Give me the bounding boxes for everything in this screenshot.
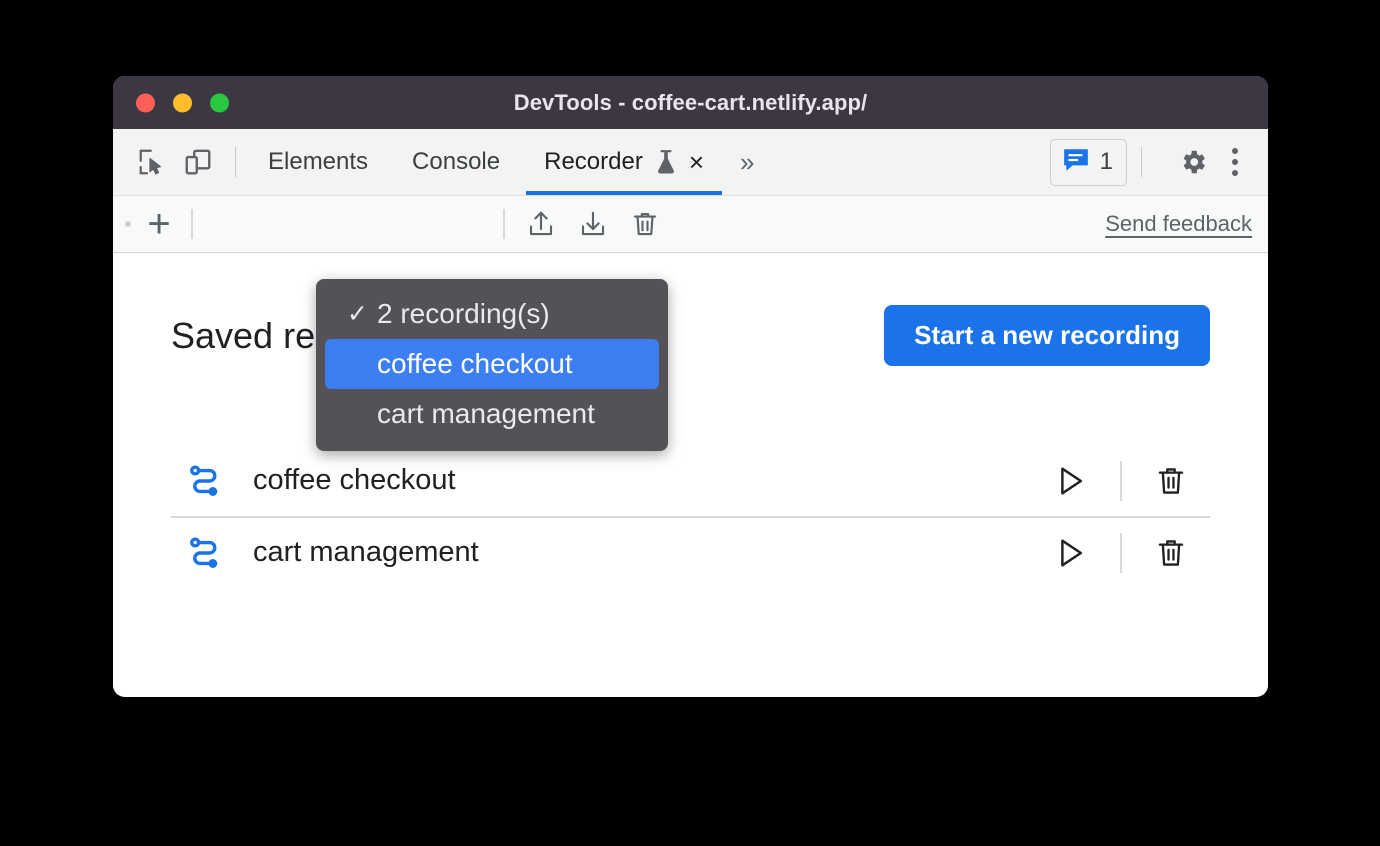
tab-recorder[interactable]: Recorder × <box>526 129 722 195</box>
saved-recordings-list: coffee checkout cart management <box>171 445 1210 587</box>
export-recording-icon[interactable] <box>567 202 619 246</box>
trash-icon[interactable] <box>1144 529 1198 577</box>
add-recording-button[interactable]: + <box>137 202 181 246</box>
recording-name: coffee checkout <box>253 464 456 496</box>
close-icon[interactable]: × <box>689 149 704 175</box>
dropdown-item-label: cart management <box>377 398 595 429</box>
replay-icon[interactable] <box>1044 457 1098 505</box>
recordings-dropdown-menu[interactable]: ✓ 2 recording(s) coffee checkout cart ma… <box>316 279 668 451</box>
dropdown-item-label: coffee checkout <box>377 348 573 379</box>
issues-message-icon <box>1062 147 1090 178</box>
experiment-flask-icon <box>655 149 677 175</box>
send-feedback-link[interactable]: Send feedback <box>1105 211 1252 237</box>
issues-button[interactable]: 1 <box>1049 138 1127 186</box>
issues-count: 1 <box>1099 148 1113 175</box>
row-divider <box>1120 532 1122 573</box>
recording-flow-icon <box>183 536 227 570</box>
list-item[interactable]: cart management <box>171 516 1210 587</box>
tab-elements-label: Elements <box>268 148 369 175</box>
dropdown-item-label: 2 recording(s) <box>377 298 550 329</box>
window-title: DevTools - coffee-cart.netlify.app/ <box>513 89 868 115</box>
tab-elements[interactable]: Elements <box>250 129 386 195</box>
window-titlebar: DevTools - coffee-cart.netlify.app/ <box>113 76 1268 129</box>
dropdown-item-coffee-checkout[interactable]: coffee checkout <box>325 339 659 389</box>
dropdown-item-cart-management[interactable]: cart management <box>325 389 659 439</box>
recorder-content: Saved recordings Start a new recording c… <box>113 253 1268 695</box>
maximize-window-button[interactable] <box>210 93 229 112</box>
row-actions <box>1044 457 1198 505</box>
devtools-window: DevTools - coffee-cart.netlify.app/ Elem… <box>113 76 1268 697</box>
tab-console[interactable]: Console <box>394 129 518 195</box>
replay-icon[interactable] <box>1044 529 1098 577</box>
kebab-menu-icon[interactable] <box>1216 139 1254 185</box>
check-icon: ✓ <box>347 300 368 328</box>
tabbar-divider-1 <box>235 147 236 177</box>
minimize-window-button[interactable] <box>173 93 192 112</box>
trash-icon[interactable] <box>1144 457 1198 505</box>
start-new-recording-button[interactable]: Start a new recording <box>884 305 1210 366</box>
toolbar-leading-dot <box>125 221 131 227</box>
list-item[interactable]: coffee checkout <box>171 445 1210 516</box>
recording-name: cart management <box>253 536 479 568</box>
devtools-tabbar: Elements Console Recorder × » 1 <box>113 129 1268 196</box>
gear-icon[interactable] <box>1170 139 1216 185</box>
tab-recorder-label: Recorder <box>544 148 643 175</box>
window-traffic-lights <box>136 93 229 112</box>
delete-recording-icon[interactable] <box>619 202 671 246</box>
tabbar-right-actions: 1 <box>1049 138 1268 186</box>
recording-flow-icon <box>183 464 227 498</box>
close-window-button[interactable] <box>136 93 155 112</box>
recordings-select[interactable] <box>203 202 493 246</box>
tabbar-divider-2 <box>1141 147 1142 177</box>
row-actions <box>1044 529 1198 577</box>
tab-console-label: Console <box>412 148 501 175</box>
device-toolbar-icon[interactable] <box>175 139 221 185</box>
row-divider <box>1120 460 1122 501</box>
inspect-element-icon[interactable] <box>129 139 175 185</box>
toolbar-divider-1 <box>191 209 193 239</box>
dropdown-item-recording-count[interactable]: ✓ 2 recording(s) <box>325 289 659 339</box>
more-tabs-icon[interactable]: » <box>740 147 755 178</box>
import-recording-icon[interactable] <box>515 202 567 246</box>
recorder-toolbar: + Send feedback <box>113 196 1268 253</box>
toolbar-divider-2 <box>503 209 505 239</box>
screenshot-root: DevTools - coffee-cart.netlify.app/ Elem… <box>0 0 1380 846</box>
